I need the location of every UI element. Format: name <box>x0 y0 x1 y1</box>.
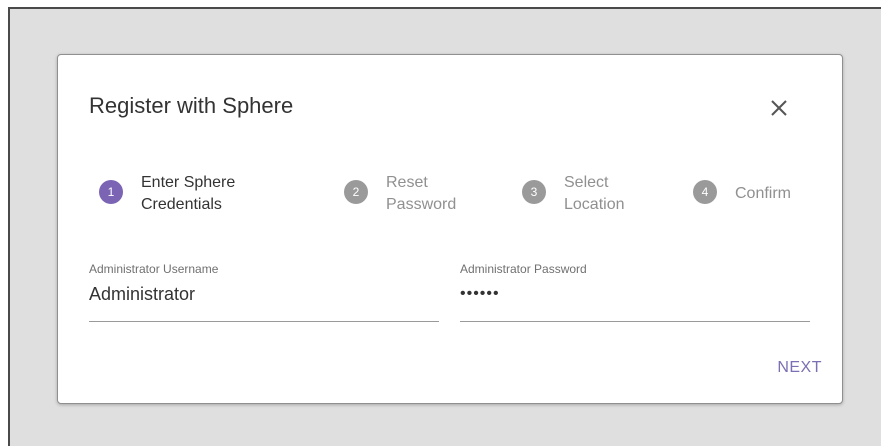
step-label: Enter Sphere Credentials <box>141 172 235 216</box>
password-input[interactable]: •••••• <box>460 280 810 308</box>
password-underline <box>460 321 810 322</box>
username-underline <box>89 321 439 322</box>
close-icon <box>771 100 787 116</box>
username-field: Administrator Username <box>89 262 439 324</box>
dialog-title: Register with Sphere <box>89 93 294 118</box>
step-reset-password: 2 Reset Password <box>344 168 494 218</box>
step-label-line1: Confirm <box>735 185 792 202</box>
next-button[interactable]: NEXT <box>752 355 822 381</box>
step-select-location: 3 Select Location <box>522 168 672 218</box>
username-label: Administrator Username <box>89 262 219 276</box>
step-label-line2: Password <box>386 196 457 213</box>
close-button[interactable] <box>764 93 794 123</box>
step-number-badge: 1 <box>99 180 123 204</box>
step-label: Select Location <box>564 172 625 216</box>
register-dialog: Register with Sphere 1 Enter Sphere Cred… <box>57 54 843 404</box>
step-number-badge: 2 <box>344 180 368 204</box>
step-label: Confirm <box>735 183 791 205</box>
step-label-line1: Select <box>564 174 609 191</box>
password-label: Administrator Password <box>460 262 587 276</box>
step-label-line2: Location <box>564 196 625 213</box>
step-number-badge: 4 <box>693 180 717 204</box>
username-input[interactable] <box>89 280 439 308</box>
step-label-line2: Credentials <box>141 196 222 213</box>
step-number-badge: 3 <box>522 180 546 204</box>
step-enter-credentials: 1 Enter Sphere Credentials <box>99 168 279 218</box>
step-label: Reset Password <box>386 172 456 216</box>
step-label-line1: Enter Sphere <box>141 174 236 191</box>
password-field: Administrator Password •••••• <box>460 262 810 324</box>
step-confirm: 4 Confirm <box>693 168 813 218</box>
step-label-line1: Reset <box>386 174 428 191</box>
